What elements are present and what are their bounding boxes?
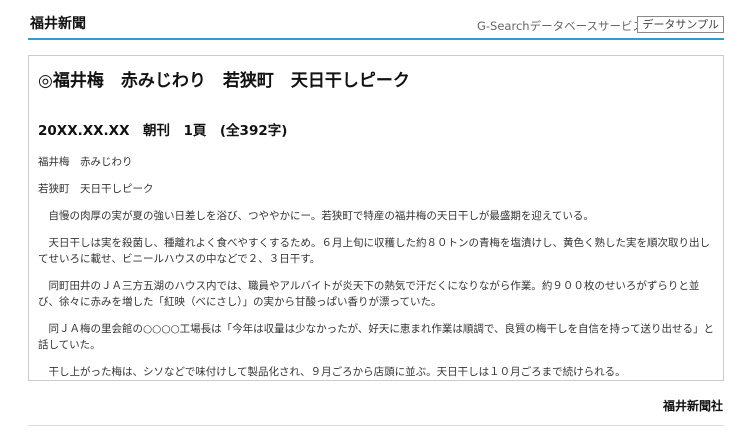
publisher-name: 福井新聞社 [662,399,723,413]
paragraph: 同ＪＡ梅の里会館の○○○○工場長は「今年は収量は少なかったが、好天に恵まれ作業は… [38,323,714,351]
article-body: 福井梅 赤みじわり 若狭町 天日干しピーク 自慢の肉厚の実が夏の強い日差しを浴び… [38,154,714,391]
article-title: ◎福井梅 赤みじわり 若狭町 天日干しピーク [38,71,410,91]
data-sample-badge[interactable]: データサンプル [637,16,724,33]
page-header: 福井新聞 G-Searchデータベースサービス データサンプル [28,0,724,40]
service-name: G-Searchデータベースサービス [477,19,644,33]
subheading-2: 若狭町 天日干しピーク [38,183,154,195]
paragraph: 干し上がった梅は、シソなどで味付けして製品化され、９月ごろから店頭に並ぶ。天日干… [48,366,626,378]
paragraph: 同町田井のＪＡ三方五湖のハウス内では、職員やアルバイトが炎天下の熱気で汗だくにな… [38,280,700,308]
article-meta: 20XX.XX.XX 朝刊 1頁 (全392字) [38,123,288,139]
footer-divider [28,425,724,426]
paragraph: 天日干しは実を殺菌し、種離れよく食べやすくするため。６月上旬に収穫した約８０トン… [38,237,710,265]
newspaper-brand: 福井新聞 [30,16,86,32]
paragraph: 自慢の肉厚の実が夏の強い日差しを浴び、つややかにー。若狭町で特産の福井梅の天日干… [48,210,594,222]
article-box: ◎福井梅 赤みじわり 若狭町 天日干しピーク 20XX.XX.XX 朝刊 1頁 … [28,55,724,381]
subheading-1: 福井梅 赤みじわり [38,156,133,168]
